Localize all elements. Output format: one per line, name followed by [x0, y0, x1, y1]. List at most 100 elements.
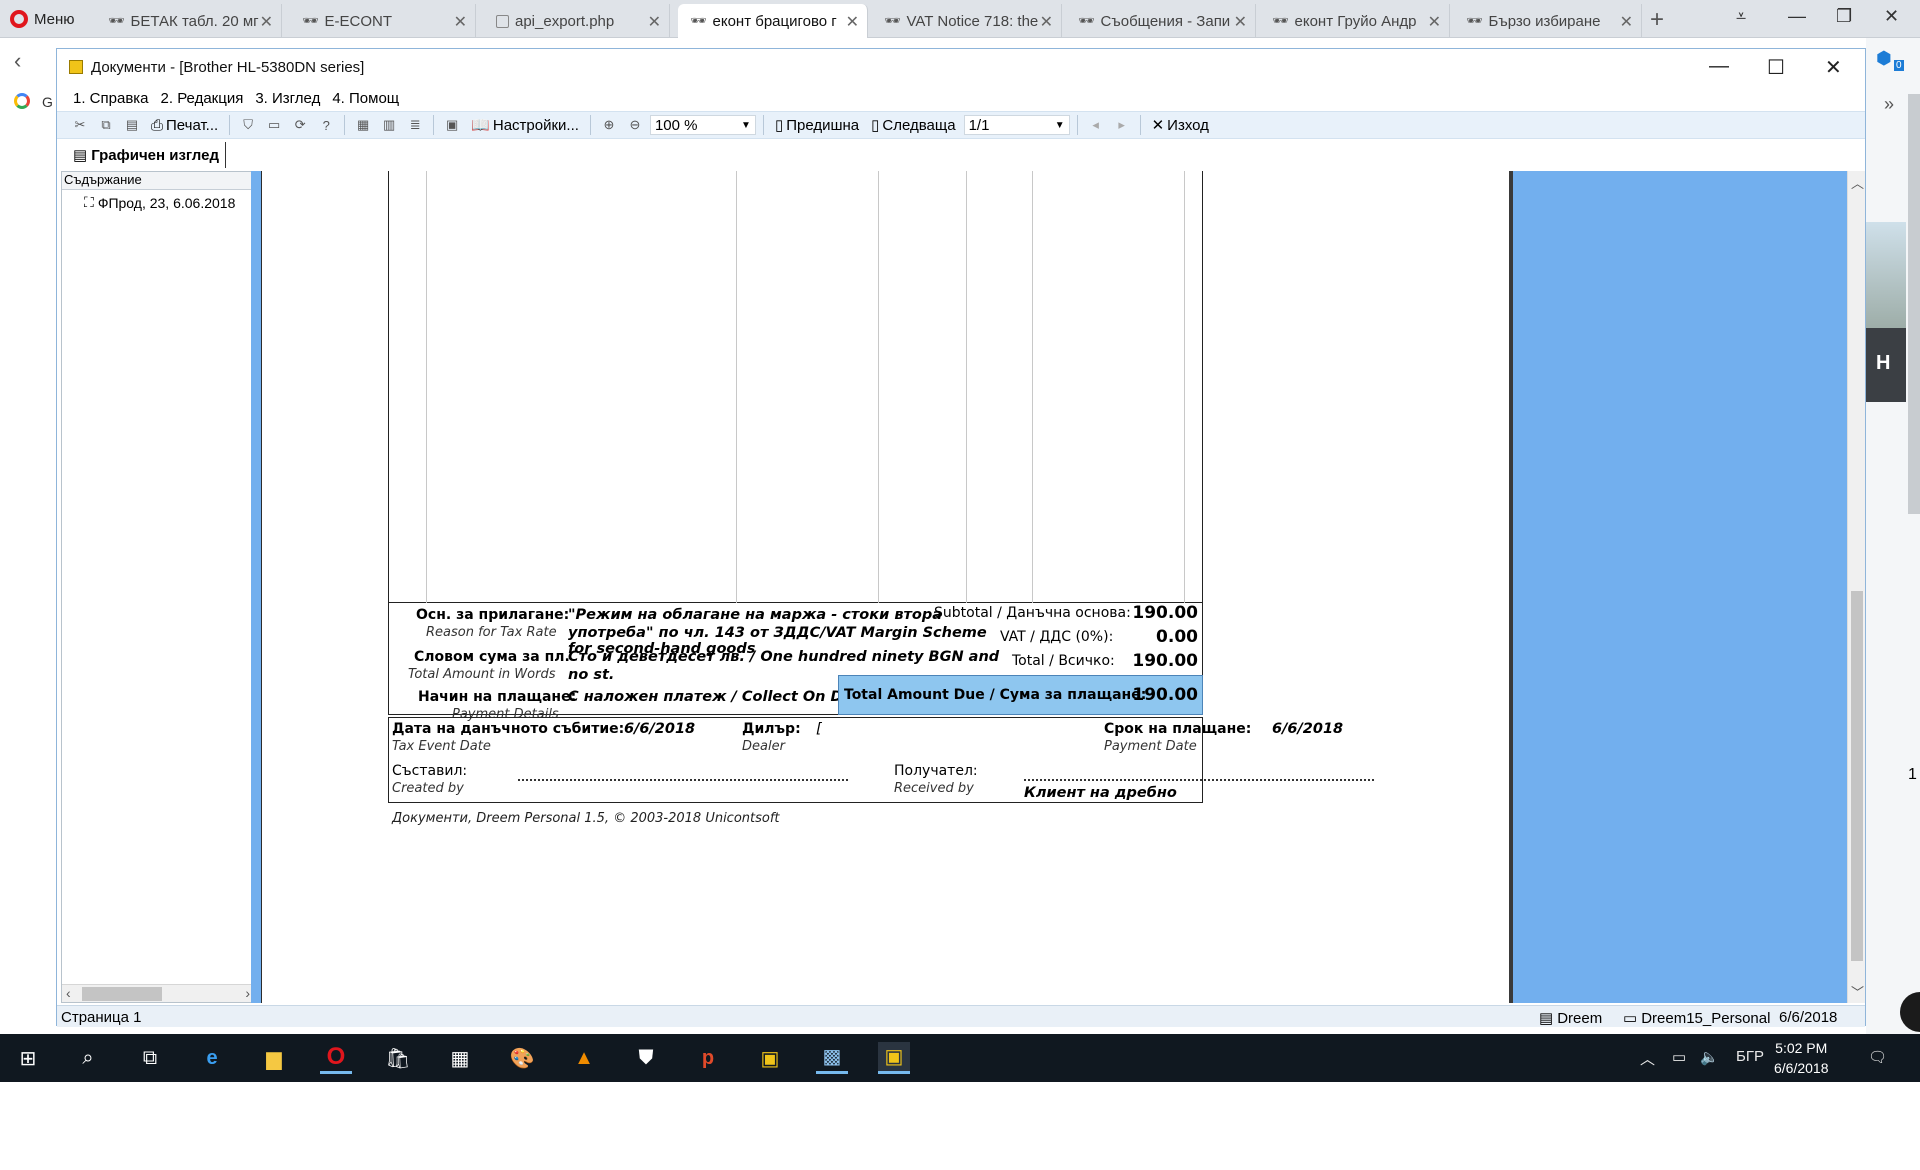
browser-tab-4-active[interactable]: 🕶 еконт брацигово г ✕ [678, 4, 868, 38]
browser-right-edge: ⬢ 0 » H 1 [1866, 38, 1920, 1034]
zoom-in-icon[interactable]: ⊕ [598, 115, 620, 135]
browser-tab-3[interactable]: api_export.php ✕ [484, 4, 670, 38]
documents-active-icon[interactable]: ▣ [878, 1042, 910, 1074]
private-tab-icon: 🕶 [108, 13, 125, 28]
window-minimize-icon[interactable]: — [1709, 55, 1729, 78]
clock[interactable]: 5:02 PM 6/6/2018 [1774, 1038, 1829, 1078]
close-tab-icon[interactable]: ✕ [1040, 12, 1053, 32]
vlc-icon[interactable]: ▲ [568, 1042, 600, 1074]
browser-tab-5[interactable]: 🕶 VAT Notice 718: the ✕ [872, 4, 1062, 38]
notifications-icon[interactable]: 🗨 [1868, 1048, 1887, 1066]
windows-start-icon[interactable]: ⊞ [12, 1042, 44, 1074]
vat-value: 0.00 [1156, 627, 1198, 647]
calculator-icon[interactable]: ▦ [444, 1042, 476, 1074]
zoom-select[interactable]: 100 % ▼ [649, 115, 756, 135]
save-icon[interactable]: ▭ [263, 115, 285, 135]
double-chevron-icon[interactable]: » [1884, 94, 1894, 115]
scroll-up-icon[interactable]: ︿ [1851, 173, 1864, 192]
vpn-shield-icon[interactable]: ⬢ [1876, 48, 1892, 69]
volume-icon[interactable]: 🔈 [1700, 1048, 1719, 1066]
menu-help[interactable]: 4. Помощ [332, 90, 399, 107]
floating-action-circle[interactable] [1900, 992, 1920, 1032]
browser-tab-7[interactable]: 🕶 еконт Груйо Андр ✕ [1260, 4, 1450, 38]
file-explorer-icon[interactable]: ▆ [258, 1042, 290, 1074]
close-tab-icon[interactable]: ✕ [454, 12, 467, 32]
close-tab-icon[interactable]: ✕ [648, 12, 661, 32]
close-tab-icon[interactable]: ✕ [1428, 12, 1441, 32]
input-language[interactable]: БГР [1736, 1048, 1764, 1065]
close-tab-icon[interactable]: ✕ [846, 12, 859, 32]
window-maximize-icon[interactable]: ☐ [1767, 55, 1785, 80]
filter-icon[interactable]: ⛉ [237, 115, 259, 135]
security-shield-icon[interactable]: ⛊ [630, 1042, 662, 1074]
opera-menu-button[interactable]: Меню [10, 6, 75, 32]
browser-tab-1[interactable]: 🕶 БЕТАК табл. 20 мг ✕ [96, 4, 282, 38]
menu-edit[interactable]: 2. Редакция [161, 90, 244, 107]
opera-taskbar-icon[interactable]: O [320, 1042, 352, 1074]
previous-page-button[interactable]: ▯ Предишна [771, 114, 863, 136]
exit-button[interactable]: ✕ Изход [1148, 114, 1213, 136]
restore-icon[interactable]: ❐ [1836, 6, 1852, 27]
browser-tab-2[interactable]: 🕶 E-ECONT ✕ [290, 4, 476, 38]
close-icon[interactable]: ✕ [1884, 6, 1899, 27]
document-preview-area: Осн. за прилагане: Reason for Tax Rate "… [251, 171, 1847, 1003]
close-tab-icon[interactable]: ✕ [260, 12, 273, 32]
close-tab-icon[interactable]: ✕ [1620, 12, 1633, 32]
window-titlebar: Документи - [Brother HL-5380DN series] —… [57, 49, 1865, 85]
created-by-signature-line [518, 779, 848, 781]
list-icon[interactable]: ≣ [404, 115, 426, 135]
paint-icon[interactable]: 🎨 [506, 1042, 538, 1074]
refresh-icon[interactable]: ⟳ [289, 115, 311, 135]
next-page-button[interactable]: ▯ Следваща [867, 114, 959, 136]
document-vscrollbar[interactable]: ︿ ﹀ [1847, 171, 1865, 1003]
page-setup-icon[interactable]: ▣ [441, 115, 463, 135]
network-icon[interactable]: ▭ [1672, 1048, 1686, 1066]
basis-value-2: употреба" по чл. 143 от ЗДДС/VAT Margin … [568, 625, 987, 641]
task-view-icon[interactable]: ⧉ [134, 1042, 166, 1074]
invoice-page: Осн. за прилагане: Reason for Tax Rate "… [261, 171, 1513, 1003]
menu-view[interactable]: 3. Изглед [255, 90, 320, 107]
show-hidden-icons-icon[interactable]: ︿ [1640, 1048, 1655, 1069]
contents-sidebar: Съдържание ⛶ ФПрод, 23, 6.06.2018 ‹ › [61, 171, 255, 1003]
close-tab-icon[interactable]: ✕ [1234, 12, 1247, 32]
tab-graphic-view[interactable]: ▤ Графичен изглед [67, 142, 226, 168]
layout-icon[interactable]: ▦ [352, 115, 374, 135]
psiphon-icon[interactable]: p [692, 1042, 724, 1074]
store-icon[interactable]: 🛍 [382, 1042, 414, 1074]
page-scrollbar[interactable] [1908, 94, 1920, 514]
back-icon[interactable]: ◂ [1085, 115, 1107, 135]
browser-tab-8[interactable]: 🕶 Бързо избиране ✕ [1454, 4, 1642, 38]
background-number: 1 [1908, 766, 1917, 783]
menu-reference[interactable]: 1. Справка [73, 90, 149, 107]
chart-icon[interactable]: ▥ [378, 115, 400, 135]
minimize-icon[interactable]: — [1788, 6, 1806, 27]
private-tab-icon: 🕶 [1078, 13, 1095, 28]
google-bookmark-label[interactable]: G [42, 94, 53, 110]
back-arrow-icon[interactable]: ‹ [14, 48, 21, 74]
search-icon[interactable]: ⌕ [72, 1042, 104, 1074]
scroll-down-icon[interactable]: ﹀ [1851, 982, 1864, 1001]
window-close-icon[interactable]: ✕ [1825, 55, 1842, 80]
print-button[interactable]: ⎙ Печат... [147, 114, 222, 136]
scroll-left-icon[interactable]: ‹ [66, 985, 71, 1001]
google-icon[interactable] [14, 93, 30, 109]
page-select[interactable]: 1/1 ▼ [963, 115, 1070, 135]
zoom-out-icon[interactable]: ⊖ [624, 115, 646, 135]
help-icon[interactable]: ? [315, 115, 337, 135]
invoice-footer: Документи, Dreem Personal 1.5, © 2003-20… [392, 811, 780, 826]
image-viewer-icon[interactable]: ▩ [816, 1042, 848, 1074]
paste-icon[interactable]: ▤ [121, 115, 143, 135]
sidebar-hscrollbar[interactable]: ‹ › [62, 984, 254, 1002]
settings-button[interactable]: 📖 Настройки... [467, 114, 583, 136]
contents-tree-node[interactable]: ⛶ ФПрод, 23, 6.06.2018 [84, 194, 235, 211]
copy-icon[interactable]: ⧉ [95, 115, 117, 135]
cut-icon[interactable]: ✂ [69, 115, 91, 135]
scroll-right-icon[interactable]: › [245, 985, 250, 1001]
menu-bar: 1. Справка 2. Редакция 3. Изглед 4. Помо… [57, 86, 1865, 110]
forward-icon[interactable]: ▸ [1111, 115, 1133, 135]
tab-menu-icon[interactable]: ⩡ [1736, 6, 1746, 27]
browser-tab-6[interactable]: 🕶 Съобщения - Запи ✕ [1066, 4, 1256, 38]
new-tab-plus-icon[interactable]: + [1650, 6, 1664, 34]
edge-browser-icon[interactable]: e [196, 1042, 228, 1074]
documents-app-icon[interactable]: ▣ [754, 1042, 786, 1074]
